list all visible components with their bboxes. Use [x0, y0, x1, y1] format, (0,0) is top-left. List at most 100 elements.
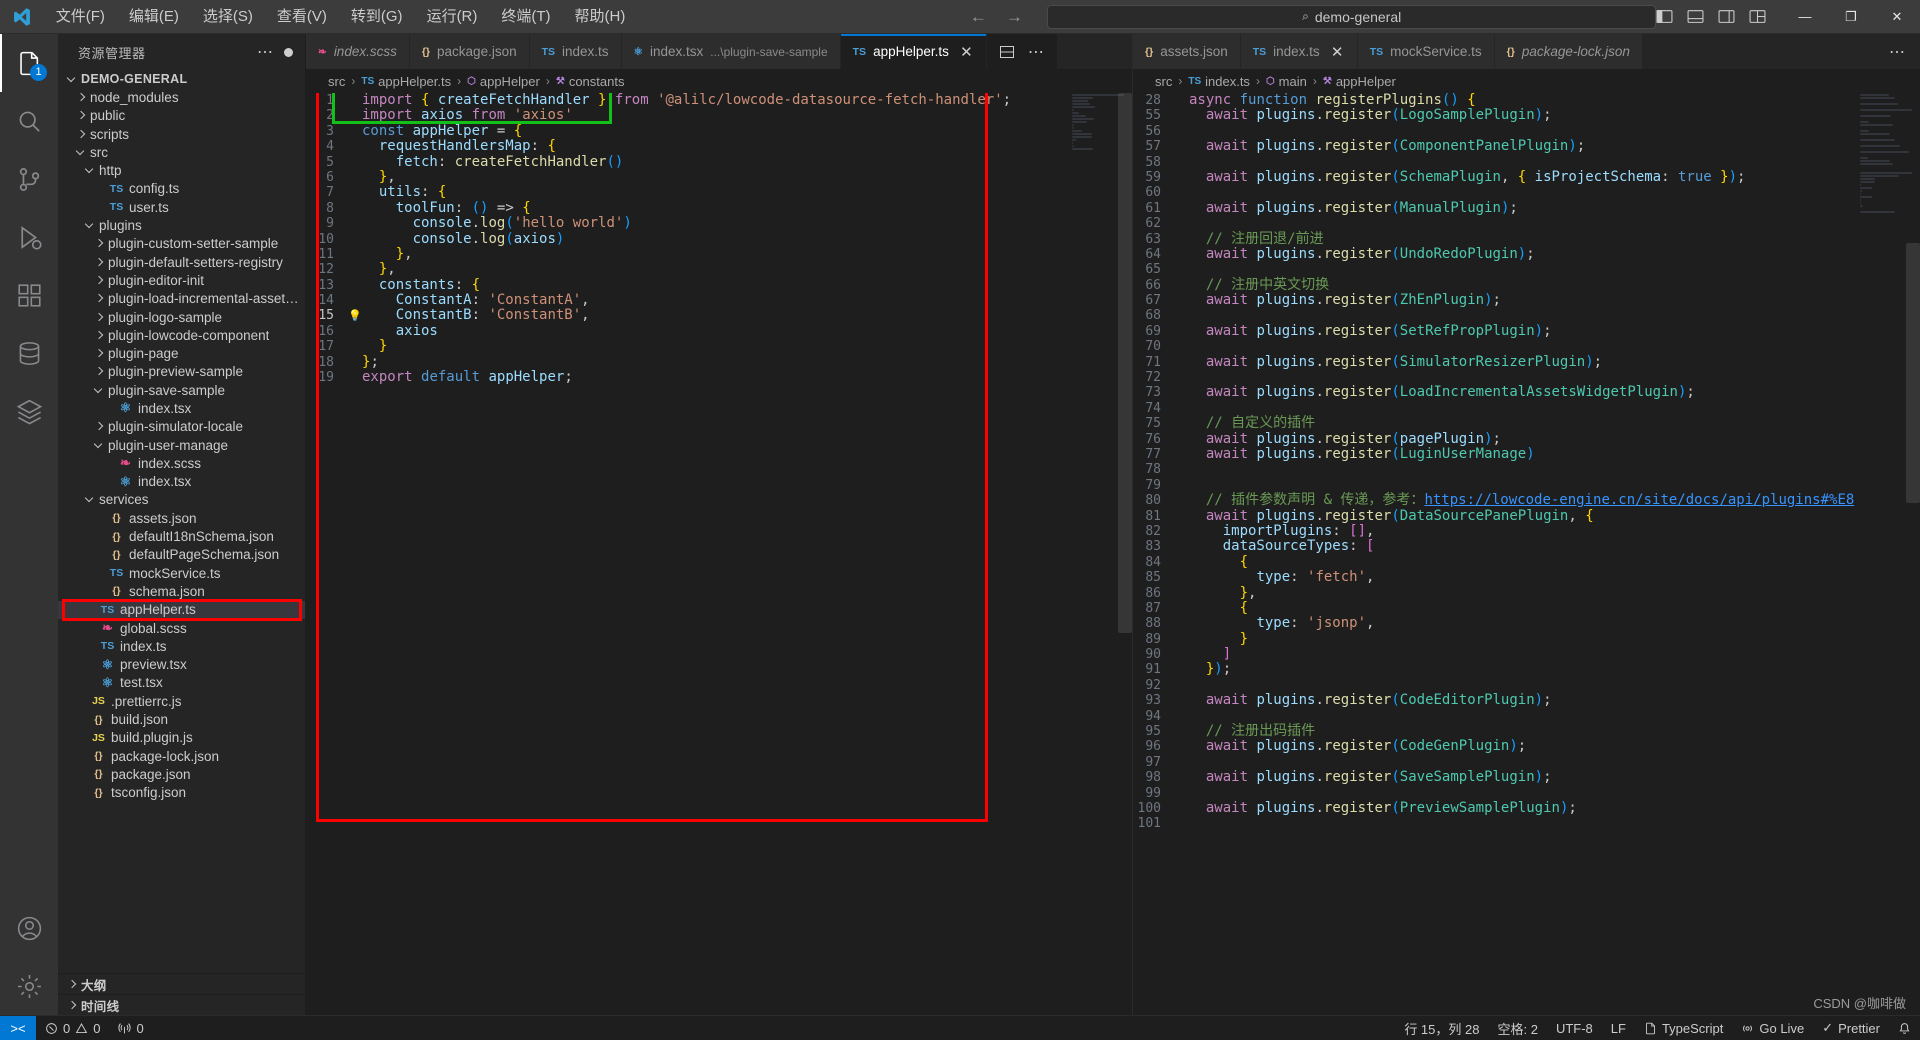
tree-item[interactable]: JS build.plugin.js: [58, 729, 305, 747]
tree-item[interactable]: JS .prettierrc.js: [58, 692, 305, 710]
minimize-button[interactable]: —: [1782, 0, 1828, 34]
tree-item[interactable]: {} package.json: [58, 765, 305, 783]
tree-item[interactable]: ❧ global.scss: [58, 619, 305, 637]
breadcrumb-item[interactable]: ⬡ main: [1266, 74, 1307, 89]
breadcrumb-item[interactable]: TS appHelper.ts: [361, 74, 451, 89]
tree-item[interactable]: plugin-default-setters-registry: [58, 253, 305, 271]
tab-package-json[interactable]: {} package.json: [409, 34, 530, 69]
tree-item[interactable]: ❧ index.scss: [58, 454, 305, 472]
ports-status[interactable]: 0: [109, 1016, 152, 1040]
tree-item[interactable]: ⚛ index.tsx: [58, 399, 305, 417]
activity-search[interactable]: [0, 92, 58, 150]
tree-item[interactable]: plugin-page: [58, 344, 305, 362]
activity-accounts[interactable]: [0, 899, 58, 957]
tree-item[interactable]: http: [58, 161, 305, 179]
editor-more-icon[interactable]: ⋯: [1028, 42, 1045, 62]
tree-item[interactable]: src: [58, 143, 305, 161]
activity-explorer[interactable]: 1: [0, 34, 58, 92]
tree-item[interactable]: {} assets.json: [58, 509, 305, 527]
breadcrumb-item[interactable]: ⚒ appHelper: [1323, 74, 1396, 89]
toggle-secondary-sidebar-icon[interactable]: [1718, 8, 1735, 25]
menu-edit[interactable]: 编辑(E): [117, 0, 191, 34]
menu-run[interactable]: 运行(R): [415, 0, 490, 34]
tree-item[interactable]: services: [58, 491, 305, 509]
toggle-panel-icon[interactable]: [1687, 8, 1704, 25]
breadcrumb-left[interactable]: src › TS appHelper.ts › ⬡ appHelper › ⚒ constants: [306, 69, 1132, 93]
fold-gutter[interactable]: 💡: [348, 308, 362, 323]
tree-item[interactable]: TS index.ts: [58, 637, 305, 655]
end-of-line[interactable]: LF: [1602, 1016, 1635, 1040]
menu-view[interactable]: 查看(V): [265, 0, 339, 34]
code-editor-left[interactable]: 1 import { createFetchHandler } from '@al…: [306, 93, 1132, 1015]
tree-item[interactable]: plugin-logo-sample: [58, 308, 305, 326]
tree-item[interactable]: {} defaultI18nSchema.json: [58, 527, 305, 545]
breadcrumb-item[interactable]: ⬡ appHelper: [467, 74, 540, 89]
breadcrumb-item[interactable]: src: [328, 74, 345, 89]
tree-item[interactable]: plugin-load-incremental-assets-w...: [58, 290, 305, 308]
tree-item[interactable]: scripts: [58, 125, 305, 143]
minimap[interactable]: [1854, 93, 1920, 1015]
menu-selection[interactable]: 选择(S): [191, 0, 265, 34]
tree-item[interactable]: {} schema.json: [58, 582, 305, 600]
tab-close-icon[interactable]: ✕: [959, 43, 974, 61]
breadcrumb-item[interactable]: src: [1155, 74, 1172, 89]
go-live[interactable]: Go Live: [1732, 1016, 1813, 1040]
tree-item[interactable]: DEMO-GENERAL: [58, 70, 305, 88]
section-timeline[interactable]: 时间线: [58, 994, 305, 1015]
menu-file[interactable]: 文件(F): [44, 0, 117, 34]
language-mode[interactable]: TypeScript: [1635, 1016, 1732, 1040]
activity-layers[interactable]: [0, 382, 58, 440]
tree-item[interactable]: plugin-user-manage: [58, 436, 305, 454]
customize-layout-icon[interactable]: [1749, 8, 1766, 25]
activity-source-control[interactable]: [0, 150, 58, 208]
editor-more-actions-icon[interactable]: ⋯: [1875, 34, 1920, 69]
code-editor-right[interactable]: 28 async function registerPlugins() {55 a…: [1133, 93, 1920, 1015]
tree-item[interactable]: public: [58, 107, 305, 125]
editor-scrollbar[interactable]: [1118, 93, 1132, 633]
tab-index-ts[interactable]: TS index.ts: [529, 34, 622, 69]
tab-close-icon[interactable]: ✕: [1330, 43, 1345, 61]
editor-scrollbar[interactable]: [1906, 243, 1920, 503]
tree-item[interactable]: TS mockService.ts: [58, 564, 305, 582]
tree-item[interactable]: TS config.ts: [58, 180, 305, 198]
tree-item[interactable]: TS user.ts: [58, 198, 305, 216]
breadcrumb-right[interactable]: src › TS index.ts › ⬡ main › ⚒ appHelper: [1133, 69, 1920, 93]
explorer-more-icon[interactable]: ⋯: [251, 42, 280, 62]
breadcrumb-item[interactable]: ⚒ constants: [556, 74, 625, 89]
tree-item[interactable]: plugin-preview-sample: [58, 363, 305, 381]
menu-terminal[interactable]: 终端(T): [489, 0, 562, 34]
problems-status[interactable]: 0 0: [36, 1016, 109, 1040]
menu-bar[interactable]: 文件(F) 编辑(E) 选择(S) 查看(V) 转到(G) 运行(R) 终端(T…: [44, 0, 638, 34]
editor-tabs-right[interactable]: {} assets.json TS index.ts ✕ TS mockService.ts…: [1133, 34, 1920, 69]
tree-item[interactable]: node_modules: [58, 88, 305, 106]
tree-item[interactable]: plugin-save-sample: [58, 381, 305, 399]
tree-item[interactable]: plugin-custom-setter-sample: [58, 235, 305, 253]
menu-go[interactable]: 转到(G): [339, 0, 415, 34]
indentation[interactable]: 空格: 2: [1488, 1016, 1546, 1040]
file-tree[interactable]: DEMO-GENERAL node_modules public scripts src…: [58, 70, 305, 973]
tree-item-selected[interactable]: TS appHelper.ts: [58, 600, 305, 619]
tree-item[interactable]: {} build.json: [58, 710, 305, 728]
tree-item[interactable]: {} defaultPageSchema.json: [58, 546, 305, 564]
tree-item[interactable]: ⚛ test.tsx: [58, 674, 305, 692]
tree-item[interactable]: plugin-lowcode-component: [58, 326, 305, 344]
tree-item[interactable]: ⚛ preview.tsx: [58, 656, 305, 674]
tree-item[interactable]: {} package-lock.json: [58, 747, 305, 765]
tab-package-lock-json[interactable]: {} package-lock.json: [1494, 34, 1643, 69]
activity-extensions[interactable]: [0, 266, 58, 324]
tab-index-scss[interactable]: ❧ index.scss: [306, 34, 410, 69]
editor-tabs-left[interactable]: ❧ index.scss {} package.json TS index.ts ⚛ inde…: [306, 34, 1132, 69]
tree-item[interactable]: plugin-editor-init: [58, 271, 305, 289]
cursor-position[interactable]: 行 15，列 28: [1395, 1016, 1488, 1040]
tree-item[interactable]: ⚛ index.tsx: [58, 473, 305, 491]
breadcrumb-item[interactable]: TS index.ts: [1188, 74, 1250, 89]
tab-assets-json[interactable]: {} assets.json: [1133, 34, 1241, 69]
close-button[interactable]: ✕: [1874, 0, 1920, 34]
remote-indicator[interactable]: ><: [0, 1015, 36, 1040]
encoding[interactable]: UTF-8: [1547, 1016, 1602, 1040]
quick-open-search[interactable]: ⌕ demo-general: [1047, 4, 1656, 29]
activity-database[interactable]: [0, 324, 58, 382]
maximize-button[interactable]: ❐: [1828, 0, 1874, 34]
tree-item[interactable]: {} tsconfig.json: [58, 784, 305, 802]
forward-arrow-icon[interactable]: →: [1003, 7, 1025, 27]
